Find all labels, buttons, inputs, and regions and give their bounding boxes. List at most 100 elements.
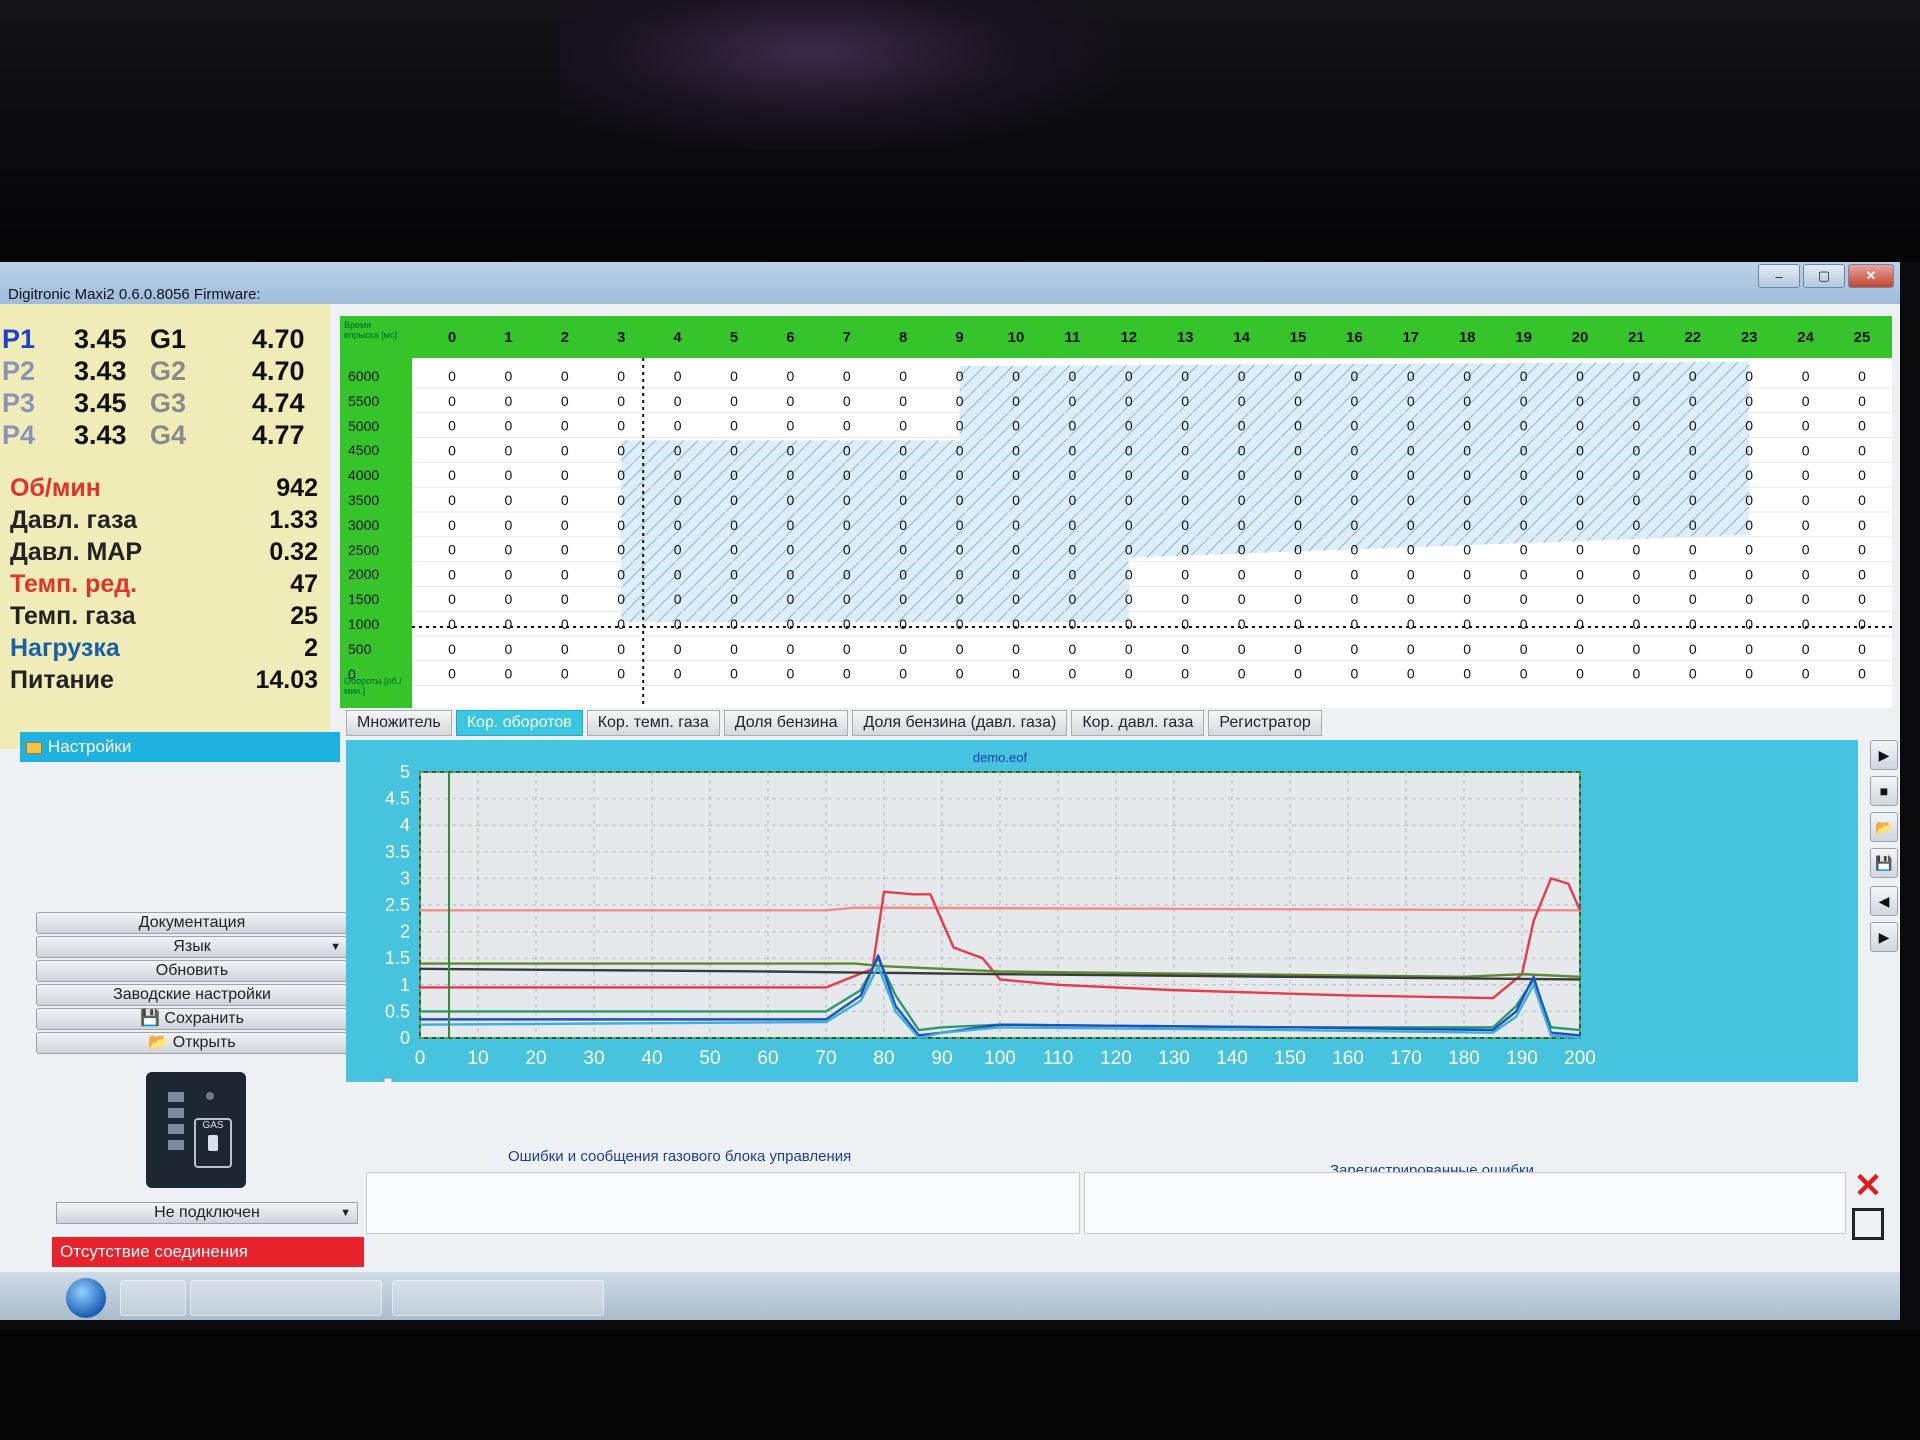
map-cell-value: 0 [1351,616,1359,632]
map-cell-value: 0 [1858,467,1866,483]
maximize-button[interactable]: ▢ [1803,264,1845,288]
map-cell-value: 0 [1858,442,1866,458]
clear-errors-icon[interactable]: ✕ [1852,1169,1884,1203]
map-cell-value: 0 [1069,616,1077,632]
step-back-icon[interactable]: ◀ [1870,886,1898,916]
map-cell-grid[interactable]: 0 0 0 0 0 0 0 0 0 0 0 0 0 0 0 0 0 0 0 0 0 0 0 0 0 0 0 0 0 0 0 0 0 0 0 0 0 0 0 0… [412,358,1892,708]
window-titlebar: Digitronic Maxi2 0.6.0.8056 Firmware: – … [0,262,1900,304]
map-cell-value: 0 [1689,616,1697,632]
map-cell-value: 0 [1407,666,1415,682]
map-cell-value: 0 [1181,492,1189,508]
start-button-icon[interactable] [66,1278,106,1318]
map-row-label: 3500 [348,492,380,508]
save-icon: 💾 [140,1010,160,1027]
minimize-button[interactable]: – [1758,264,1800,288]
petrol-injector-value: 3.45 [74,388,127,418]
map-cell-value: 0 [1012,418,1020,434]
tab-rpm-correction[interactable]: Кор. оборотов [455,710,583,736]
gas-injector-label: G4 [150,420,187,450]
petrol-injector-label: P4 [2,420,36,450]
map-cell-value: 0 [505,591,513,607]
tab-recorder[interactable]: Регистратор [1208,710,1322,736]
map-cell-value: 0 [505,616,513,632]
map-cell-value: 0 [1181,616,1189,632]
windows-taskbar [0,1272,1900,1320]
taskbar-app-item[interactable] [392,1280,604,1316]
map-cell-value: 0 [1520,492,1528,508]
factory-settings-button[interactable]: Заводские настройки [36,984,348,1006]
map-row-label: 4000 [348,467,380,484]
map-cell-value: 0 [1520,641,1528,657]
tab-multiplier[interactable]: Множитель [346,710,452,736]
taskbar-app-icon[interactable] [120,1280,186,1316]
connection-select[interactable]: Не подключен ▼ [56,1202,358,1224]
map-cell-value: 0 [505,492,513,508]
map-cell-svg[interactable]: 0 0 0 0 0 0 0 0 0 0 0 0 0 0 0 0 0 0 0 0 0 0 0 0 0 0 0 0 0 0 0 0 0 0 0 0 0 0 0 0… [412,358,1892,708]
step-forward-icon[interactable]: ▶ [1870,922,1898,952]
map-cell-value: 0 [1238,393,1246,409]
map-cell-value: 0 [1858,492,1866,508]
chart-y-tick-label: 4.5 [385,789,410,809]
map-cell-value: 0 [448,566,456,582]
tab-gas-pressure-correction[interactable]: Кор. давл. газа [1071,710,1205,736]
language-select[interactable]: Язык ▼ [36,936,348,958]
checkbox-icon[interactable] [1852,1208,1884,1240]
map-cell-value: 0 [1238,467,1246,483]
update-button[interactable]: Обновить [36,960,348,982]
map-cell-value: 0 [561,666,569,682]
map-cell-value: 0 [956,442,964,458]
map-cell-value: 0 [674,418,682,434]
map-cell-value: 0 [1520,591,1528,607]
chart-x-tick-label: 80 [873,1048,894,1069]
connection-select-value: Не подключен [154,1204,260,1221]
map-cell-value: 0 [787,566,795,582]
map-cell-value: 0 [505,368,513,384]
map-cell-value: 0 [1520,368,1528,384]
map-cell-value: 0 [1181,418,1189,434]
open-folder-icon[interactable]: 📂 [1870,812,1898,842]
map-cell-value: 0 [561,442,569,458]
settings-header[interactable]: Настройки [20,732,340,762]
map-cell-value: 0 [1294,641,1302,657]
map-cell-value: 0 [1407,616,1415,632]
param-label: Об/мин [10,474,101,502]
map-row-label: 500 [348,640,372,657]
map-cell-value: 0 [617,566,625,582]
save-button[interactable]: 💾 Сохранить [36,1008,348,1030]
close-button[interactable]: ✕ [1848,264,1894,288]
map-cell-value: 0 [1576,641,1584,657]
map-cell-value: 0 [956,517,964,533]
open-button[interactable]: 📂 Открыть [36,1032,348,1054]
stop-icon[interactable]: ■ [1870,776,1898,806]
map-cell-value: 0 [1858,666,1866,682]
rpm-correction-map: Время впрыска [мс] Обороты [об./мин.] 01… [340,316,1892,708]
param-label: Давл. MAP [10,538,143,566]
ecu-errors-list[interactable] [366,1172,1080,1234]
play-icon[interactable]: ▶ [1870,740,1898,770]
map-cell-value: 0 [1294,666,1302,682]
map-column-label: 23 [1740,329,1758,346]
map-cell-value: 0 [448,517,456,533]
tab-petrol-share-pressure[interactable]: Доля бензина (давл. газа) [852,710,1068,736]
map-cell-value: 0 [1802,666,1810,682]
recorder-chart[interactable]: demo.eof0 10 20 30 40 50 60 70 80 90 100 110 120 130 1… [346,740,1858,1082]
registered-errors-list[interactable] [1084,1172,1846,1234]
tab-petrol-share[interactable]: Доля бензина [723,710,849,736]
map-cell-value: 0 [1012,467,1020,483]
map-cell-value: 0 [1802,641,1810,657]
map-cell-value: 0 [1463,566,1471,582]
map-cell-value: 0 [899,418,907,434]
taskbar-browser-item[interactable] [190,1280,382,1316]
param-rpm: Об/мин 942 [6,474,324,504]
level-led-icon [168,1108,184,1118]
save-icon[interactable]: 💾 [1870,848,1898,878]
chart-y-tick-label: 3.5 [385,842,410,862]
map-cell-value: 0 [448,467,456,483]
map-cell-value: 0 [843,591,851,607]
map-column-label: 20 [1571,329,1589,346]
documentation-button[interactable]: Документация [36,912,348,934]
map-cell-value: 0 [1181,591,1189,607]
map-cell-value: 0 [617,393,625,409]
map-cell-value: 0 [505,566,513,582]
tab-gas-temp-correction[interactable]: Кор. темп. газа [586,710,720,736]
